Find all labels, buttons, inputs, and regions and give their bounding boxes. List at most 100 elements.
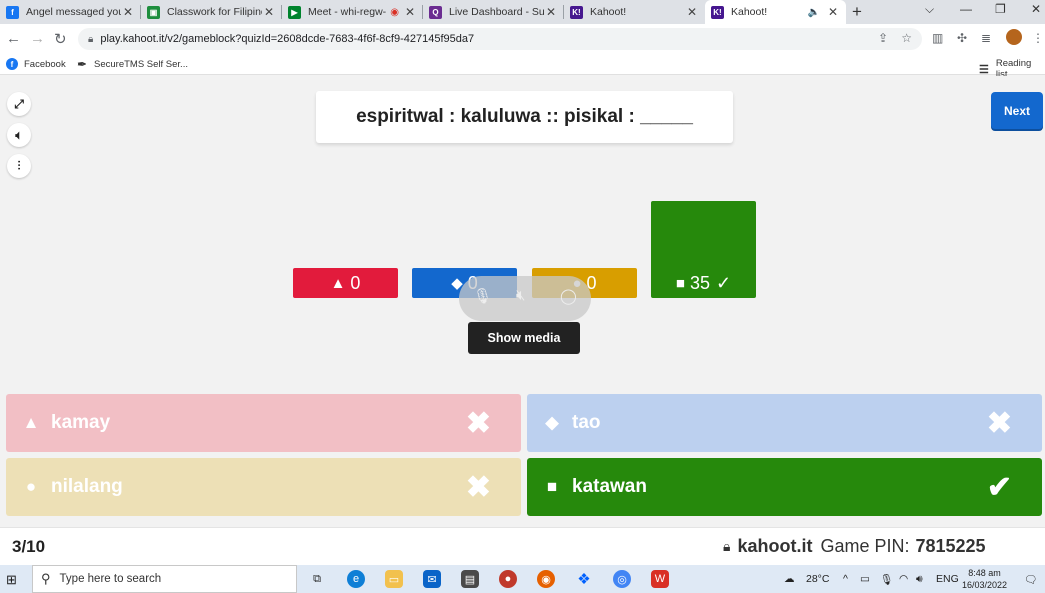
bookmark-star-icon[interactable]: ☆: [901, 31, 912, 45]
result-label-square: ■ 35 ✓: [651, 268, 756, 298]
mic-off-icon[interactable]: 🎙︎: [473, 287, 492, 305]
tab-title: Meet - whi-regw-: [308, 6, 387, 18]
taskbar-search[interactable]: ⚲ Type here to search: [32, 565, 297, 593]
address-toolbar: ← → ↻ 🔒︎ play.kahoot.it/v2/gameblock?qui…: [0, 24, 1045, 54]
wps-office-icon[interactable]: W: [651, 570, 669, 588]
firefox-icon[interactable]: ◉: [537, 570, 555, 588]
answer-triangle[interactable]: ▲ kamay ✖: [6, 394, 521, 452]
minimize-button[interactable]: —: [960, 2, 972, 16]
diamond-icon: ◆: [545, 413, 559, 432]
url-text[interactable]: play.kahoot.it/v2/gameblock?quizId=2608d…: [100, 33, 474, 45]
game-pin-value: 7815225: [915, 536, 986, 556]
kahoot-icon: K!: [711, 5, 724, 19]
chevron-up-icon[interactable]: ^: [843, 573, 848, 585]
question-progress: 3/10: [12, 537, 46, 556]
extensions-icon[interactable]: ✣: [957, 31, 967, 45]
bookmark-facebook[interactable]: f Facebook: [6, 58, 66, 70]
show-media-button[interactable]: Show media: [468, 322, 580, 354]
checkmark-icon: ✔: [986, 471, 1012, 504]
language-indicator[interactable]: ENG: [936, 573, 959, 585]
calculator-icon[interactable]: ▤: [461, 570, 479, 588]
loading-circle-icon[interactable]: ◯: [560, 287, 577, 305]
facebook-icon: f: [6, 5, 19, 19]
forward-icon[interactable]: →: [30, 30, 45, 47]
circle-icon: ●: [25, 477, 37, 496]
search-icon: ⚲: [41, 571, 51, 586]
menu-icon[interactable]: ⋮: [1032, 31, 1044, 45]
pin-label: Game PIN:: [820, 536, 910, 556]
profile-avatar[interactable]: [1006, 29, 1022, 45]
answer-diamond[interactable]: ◆ tao ✖: [527, 394, 1042, 452]
chrome-icon[interactable]: ◎: [613, 570, 631, 588]
battery-icon[interactable]: ▭: [860, 573, 870, 585]
answer-circle[interactable]: ● nilalang ✖: [6, 458, 521, 516]
task-view-icon[interactable]: ⧉: [308, 570, 326, 588]
lock-icon[interactable]: 🔒︎: [723, 538, 730, 555]
bookmark-label: SecureTMS Self Ser...: [94, 58, 188, 70]
meet-icon: ▶: [288, 5, 301, 19]
close-icon[interactable]: ✕: [544, 5, 558, 19]
close-icon[interactable]: ✕: [685, 5, 699, 19]
notifications-icon[interactable]: 🗨: [1024, 573, 1037, 586]
reading-mode-icon[interactable]: ▥: [932, 31, 943, 45]
edge-icon[interactable]: e: [347, 570, 365, 588]
media-controls: 🎙︎ 🔇︎ ◯: [459, 276, 591, 321]
classroom-icon: ▣: [147, 5, 160, 19]
media-control-icon[interactable]: ≣: [981, 31, 991, 45]
kahoot-brand: kahoot.it: [737, 536, 813, 556]
tab-live-dashboard[interactable]: Q Live Dashboard - Sun ✕: [423, 0, 564, 24]
settings-sliders-icon[interactable]: ⫶: [7, 154, 31, 178]
lock-icon[interactable]: 🔒︎: [88, 34, 93, 45]
media-player-icon[interactable]: ●: [499, 570, 517, 588]
bookmark-label: Facebook: [24, 58, 66, 70]
tab-classwork[interactable]: ▣ Classwork for Filipino ✕: [141, 0, 282, 24]
volume-icon[interactable]: 🔈︎: [7, 123, 31, 147]
fullscreen-icon[interactable]: ⤢: [7, 92, 31, 116]
close-icon[interactable]: ✕: [403, 5, 417, 19]
game-footer: 3/10 🔒︎ kahoot.it Game PIN: 7815225: [0, 527, 1045, 565]
tab-messenger[interactable]: f Angel messaged you ✕: [0, 0, 141, 24]
dropbox-icon[interactable]: ❖: [575, 570, 593, 588]
address-bar[interactable]: 🔒︎ play.kahoot.it/v2/gameblock?quizId=26…: [78, 28, 922, 50]
quizizz-icon: Q: [429, 5, 442, 19]
new-tab-button[interactable]: +: [852, 2, 862, 22]
mail-icon[interactable]: ✉: [423, 570, 441, 588]
square-icon: ■: [675, 274, 685, 292]
close-icon[interactable]: ✕: [826, 5, 840, 19]
tab-meet[interactable]: ▶ Meet - whi-regw- ◉ ✕: [282, 0, 423, 24]
system-clock[interactable]: 8:48 am 16/03/2022: [962, 567, 1007, 591]
speaker-icon[interactable]: 🔈: [808, 7, 820, 18]
close-icon[interactable]: ✕: [121, 5, 135, 19]
answer-text: nilalang: [51, 476, 123, 497]
triangle-icon: ▲: [330, 274, 346, 292]
cross-icon: ✖: [465, 407, 491, 440]
wifi-icon[interactable]: ◠: [899, 573, 908, 585]
reload-icon[interactable]: ↻: [54, 30, 67, 48]
answer-square-correct[interactable]: ■ katawan ✔: [527, 458, 1042, 516]
facebook-icon: f: [6, 58, 18, 70]
weather-temp[interactable]: 28°C: [806, 573, 829, 585]
bookmark-securetms[interactable]: ✒ SecureTMS Self Ser...: [76, 58, 188, 71]
tab-title: Live Dashboard - Sun: [449, 6, 544, 18]
file-explorer-icon[interactable]: ▭: [385, 570, 403, 588]
next-button[interactable]: Next: [991, 92, 1043, 129]
triangle-icon: ▲: [22, 413, 40, 432]
restore-button[interactable]: ❐: [995, 2, 1006, 16]
share-icon[interactable]: ⇪: [878, 31, 888, 45]
volume-tray-icon[interactable]: 🔊︎: [916, 573, 923, 586]
weather-icon[interactable]: ☁: [784, 573, 795, 585]
microphone-icon[interactable]: 🎙︎: [880, 573, 893, 586]
back-icon[interactable]: ←: [6, 30, 21, 47]
window-close-button[interactable]: ✕: [1031, 2, 1041, 16]
search-placeholder: Type here to search: [59, 573, 162, 585]
kahoot-game-view: ⤢ 🔈︎ ⫶ espiritwal : kaluluwa :: pisikal …: [0, 76, 1045, 526]
result-label-triangle: ▲ 0: [293, 268, 398, 298]
tab-kahoot[interactable]: K! Kahoot! ✕: [564, 0, 705, 24]
square-icon: ■: [546, 477, 558, 496]
windows-start-icon[interactable]: ⊞: [6, 572, 17, 588]
windows-taskbar: ⊞ ⚲ Type here to search ⧉ e ▭ ✉ ▤ ● ◉ ❖ …: [0, 565, 1045, 593]
tab-search-icon[interactable]: ⌵: [925, 2, 934, 17]
tab-kahoot-active[interactable]: K! Kahoot! 🔈 ✕: [705, 0, 846, 24]
close-icon[interactable]: ✕: [262, 5, 276, 19]
speaker-off-icon[interactable]: 🔇︎: [516, 287, 525, 304]
